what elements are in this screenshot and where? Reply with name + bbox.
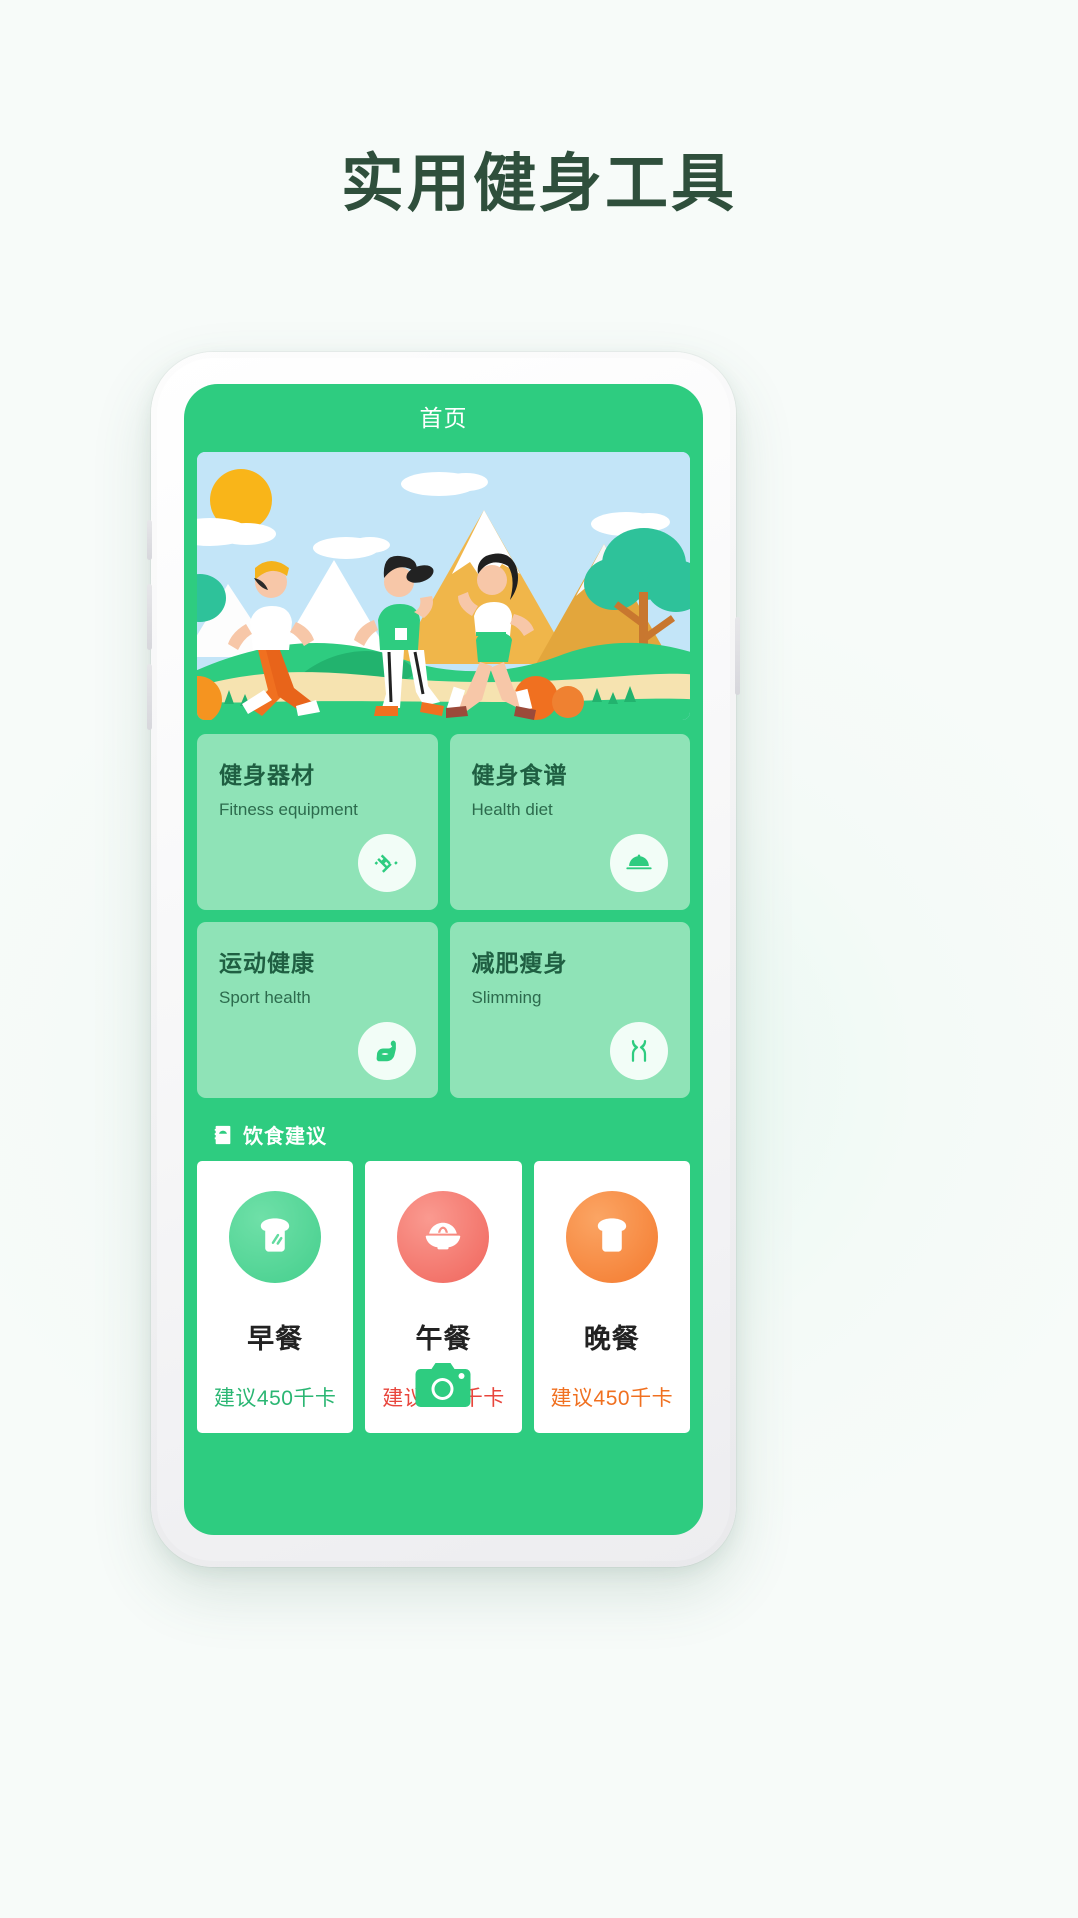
- meal-name: 午餐: [415, 1324, 472, 1354]
- feature-title-cn: 减肥瘦身: [471, 950, 568, 976]
- food-cloche-icon: [610, 834, 668, 892]
- app-screen: 首页 健身器材 Fitness equipment 健身食谱 Health di…: [184, 384, 703, 1535]
- meal-kcal: 建议450千卡: [213, 1387, 337, 1410]
- meal-icon-wrap: [565, 1191, 658, 1283]
- feature-title-en: Sport health: [219, 988, 311, 1007]
- meal-icon-wrap: [229, 1191, 322, 1283]
- feature-title-en: Slimming: [471, 988, 542, 1007]
- phone-volume-up-button: [147, 584, 152, 650]
- waist-slim-icon: [610, 1022, 668, 1080]
- diet-section-title: 饮食建议: [243, 1126, 327, 1148]
- feature-title-en: Health diet: [471, 800, 553, 819]
- feature-card-fitness-equipment[interactable]: 健身器材 Fitness equipment: [197, 734, 438, 910]
- feature-title-cn: 运动健康: [219, 950, 315, 976]
- meal-kcal: 建议450千卡: [550, 1387, 674, 1410]
- feature-title-cn: 健身食谱: [471, 762, 568, 788]
- app-header: 首页: [184, 384, 703, 448]
- dumbbell-icon: [357, 834, 416, 892]
- feature-card-slimming[interactable]: 减肥瘦身 Slimming: [449, 922, 690, 1098]
- noodle-bowl-icon: [420, 1212, 466, 1263]
- meal-list: 早餐 建议450千卡 午餐 建议450千卡: [197, 1161, 690, 1433]
- meal-card-breakfast[interactable]: 早餐 建议450千卡: [197, 1161, 354, 1433]
- biceps-icon: [357, 1022, 416, 1080]
- phone-mockup: 首页 健身器材 Fitness equipment 健身食谱 Health di…: [147, 352, 740, 1567]
- meal-card-dinner[interactable]: 晚餐 建议450千卡: [533, 1161, 690, 1433]
- diet-section-header: 饮食建议: [212, 1120, 703, 1149]
- feature-title-en: Fitness equipment: [219, 800, 358, 819]
- bread-slice-icon: [252, 1212, 298, 1263]
- hero-banner[interactable]: [197, 452, 690, 720]
- app-header-title: 首页: [419, 405, 468, 431]
- toast-icon: [589, 1212, 635, 1263]
- phone-left-button-1: [147, 520, 152, 560]
- meal-icon-wrap: [397, 1191, 490, 1283]
- feature-card-sport-health[interactable]: 运动健康 Sport health: [197, 922, 438, 1098]
- meal-card-lunch[interactable]: 午餐 建议450千卡: [365, 1161, 522, 1433]
- feature-grid: 健身器材 Fitness equipment 健身食谱 Health diet …: [197, 734, 690, 1098]
- phone-volume-down-button: [147, 664, 152, 730]
- meal-name: 早餐: [247, 1324, 304, 1354]
- phone-power-button: [735, 617, 740, 695]
- feature-card-health-diet[interactable]: 健身食谱 Health diet: [449, 734, 690, 910]
- recipe-book-icon: [212, 1124, 234, 1146]
- camera-icon[interactable]: [415, 1363, 471, 1407]
- feature-title-cn: 健身器材: [219, 762, 315, 788]
- meal-name: 晚餐: [583, 1324, 640, 1354]
- page-title: 实用健身工具: [341, 147, 737, 220]
